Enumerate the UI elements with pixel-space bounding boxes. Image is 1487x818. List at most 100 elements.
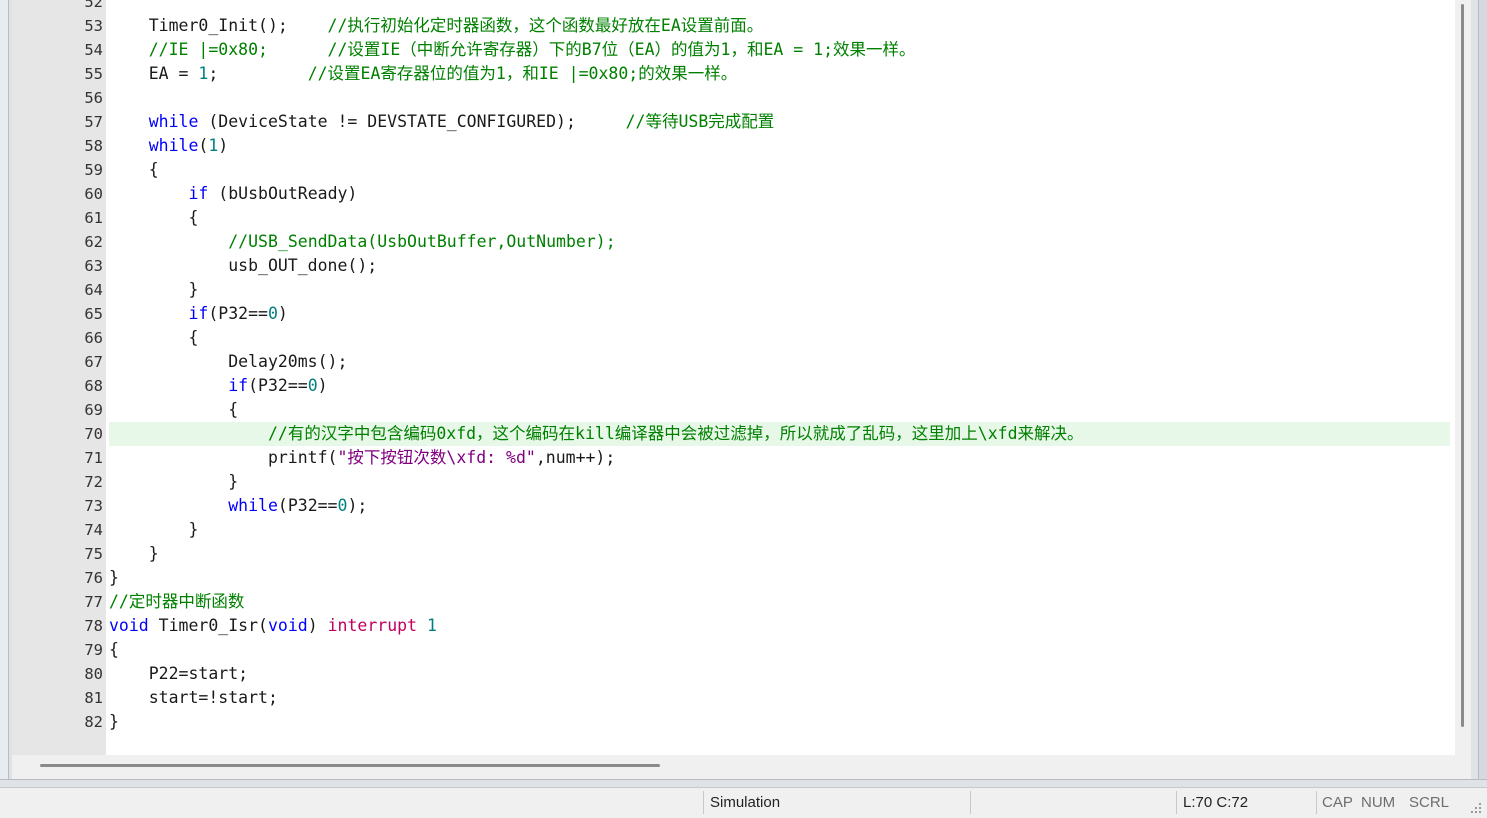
- code-number: 1: [208, 136, 219, 155]
- line-number: 71: [84, 449, 103, 467]
- line-number: 77: [84, 593, 103, 611]
- code-keyword: void: [109, 616, 149, 635]
- code-number: 0: [307, 376, 318, 395]
- line-number: 62: [84, 233, 103, 251]
- code-text: (P32==: [248, 376, 308, 395]
- line-number: 55: [84, 65, 103, 83]
- code-text: Delay20ms();: [109, 352, 348, 371]
- code-keyword: while: [228, 496, 278, 515]
- line-number: 70: [84, 425, 103, 443]
- line-number: 53: [84, 17, 103, 35]
- code-text: {: [109, 640, 119, 659]
- code-line[interactable]: 54 //IE |=0x80; //设置IE（中断允许寄存器）下的B7位（EA）…: [12, 38, 1455, 62]
- code-number: 1: [198, 64, 209, 83]
- code-line[interactable]: 73 while(P32==0);: [12, 494, 1455, 518]
- status-mode: Simulation: [710, 794, 781, 811]
- code-line[interactable]: 76}: [12, 566, 1455, 590]
- code-line[interactable]: 56: [12, 86, 1455, 110]
- code-content: EA = 1; //设置EA寄存器位的值为1，和IE |=0x80;的效果一样。: [109, 62, 737, 86]
- code-line[interactable]: 75 }: [12, 542, 1455, 566]
- code-line[interactable]: 53 Timer0_Init(); //执行初始化定时器函数，这个函数最好放在E…: [12, 14, 1455, 38]
- code-line-current[interactable]: 70 //有的汉字中包含编码0xfd，这个编码在kill编译器中会被过滤掉，所以…: [12, 422, 1455, 446]
- code-content: }: [109, 518, 198, 542]
- code-content: {: [109, 326, 198, 350]
- code-comment: //IE |=0x80; //设置IE（中断允许寄存器）下的B7位（EA）的值为…: [148, 40, 916, 59]
- code-text: }: [109, 280, 199, 299]
- line-number: 82: [84, 713, 103, 731]
- line-number: 65: [84, 305, 103, 323]
- code-text: {: [109, 400, 239, 419]
- vertical-scroll-thumb[interactable]: [1461, 4, 1464, 727]
- horizontal-scroll-thumb[interactable]: [40, 764, 660, 767]
- code-line[interactable]: 67 Delay20ms();: [12, 350, 1455, 374]
- code-line[interactable]: 78 void Timer0_Isr(void) interrupt 1: [12, 614, 1455, 638]
- code-line[interactable]: 80 P22=start;: [12, 662, 1455, 686]
- code-line[interactable]: 63 usb_OUT_done();: [12, 254, 1455, 278]
- status-bar: Simulation L:70 C:72 CAP NUM SCRL: [0, 787, 1487, 817]
- code-text: usb_OUT_done();: [109, 256, 378, 275]
- code-interrupt-keyword: interrupt: [327, 616, 417, 635]
- vertical-scrollbar[interactable]: [1455, 0, 1471, 755]
- code-content: if(P32==0): [109, 374, 328, 398]
- code-line[interactable]: 62 //USB_SendData(UsbOutBuffer,OutNumber…: [12, 230, 1455, 254]
- code-text: }: [109, 568, 119, 587]
- code-line[interactable]: 82}: [12, 710, 1455, 734]
- code-text: );: [347, 496, 368, 515]
- status-scrl-indicator: SCRL: [1409, 794, 1450, 811]
- code-content: Timer0_Init(); //执行初始化定时器函数，这个函数最好放在EA设置…: [109, 14, 764, 38]
- code-line[interactable]: 58 while(1): [12, 134, 1455, 158]
- code-keyword: while: [148, 112, 199, 131]
- code-text: {: [109, 208, 199, 227]
- line-number: 66: [84, 329, 103, 347]
- code-line[interactable]: 65 if(P32==0): [12, 302, 1455, 326]
- code-content: P22=start;: [109, 662, 248, 686]
- code-editor[interactable]: 52 53 Timer0_Init(); //执行初始化定时器函数，这个函数最好放…: [12, 0, 1455, 755]
- code-text: ;: [208, 64, 308, 83]
- code-content: start=!start;: [109, 686, 278, 710]
- code-line[interactable]: 77 //定时器中断函数: [12, 590, 1455, 614]
- code-text: (: [198, 136, 209, 155]
- code-line[interactable]: 79 {: [12, 638, 1455, 662]
- code-line[interactable]: 66 {: [12, 326, 1455, 350]
- line-number: 75: [84, 545, 103, 563]
- code-content: }: [109, 278, 198, 302]
- code-line[interactable]: 60 if (bUsbOutReady): [12, 182, 1455, 206]
- code-line[interactable]: 69 {: [12, 398, 1455, 422]
- code-text: {: [109, 328, 199, 347]
- code-line[interactable]: 72 }: [12, 470, 1455, 494]
- code-line[interactable]: 71 printf("按下按钮次数\xfd: %d",num++);: [12, 446, 1455, 470]
- code-lines: 52 53 Timer0_Init(); //执行初始化定时器函数，这个函数最好放…: [12, 0, 1455, 734]
- code-line[interactable]: 74 }: [12, 518, 1455, 542]
- line-number: 63: [84, 257, 103, 275]
- code-content: //定时器中断函数: [109, 590, 244, 614]
- code-line[interactable]: 59 {: [12, 158, 1455, 182]
- line-number: 57: [84, 113, 103, 131]
- status-separator: [970, 791, 971, 814]
- code-line[interactable]: 57 while (DeviceState != DEVSTATE_CONFIG…: [12, 110, 1455, 134]
- code-line[interactable]: 68 if(P32==0): [12, 374, 1455, 398]
- line-number: 60: [84, 185, 103, 203]
- resize-grip-icon[interactable]: [1467, 799, 1483, 815]
- code-keyword: if: [188, 304, 209, 323]
- code-text: (bUsbOutReady): [208, 184, 358, 203]
- code-text: ): [317, 376, 328, 395]
- code-line[interactable]: 64 }: [12, 278, 1455, 302]
- line-number: 61: [84, 209, 103, 227]
- editor-window: 52 53 Timer0_Init(); //执行初始化定时器函数，这个函数最好放…: [0, 0, 1487, 788]
- code-text: }: [109, 712, 119, 731]
- horizontal-scrollbar[interactable]: [12, 755, 1471, 779]
- code-keyword: if: [228, 376, 249, 395]
- code-line[interactable]: 61 {: [12, 206, 1455, 230]
- code-text: P22=start;: [109, 664, 249, 683]
- code-line[interactable]: 81 start=!start;: [12, 686, 1455, 710]
- code-text: }: [109, 544, 159, 563]
- code-line[interactable]: 55 EA = 1; //设置EA寄存器位的值为1，和IE |=0x80;的效果…: [12, 62, 1455, 86]
- code-line[interactable]: 52: [12, 0, 1455, 14]
